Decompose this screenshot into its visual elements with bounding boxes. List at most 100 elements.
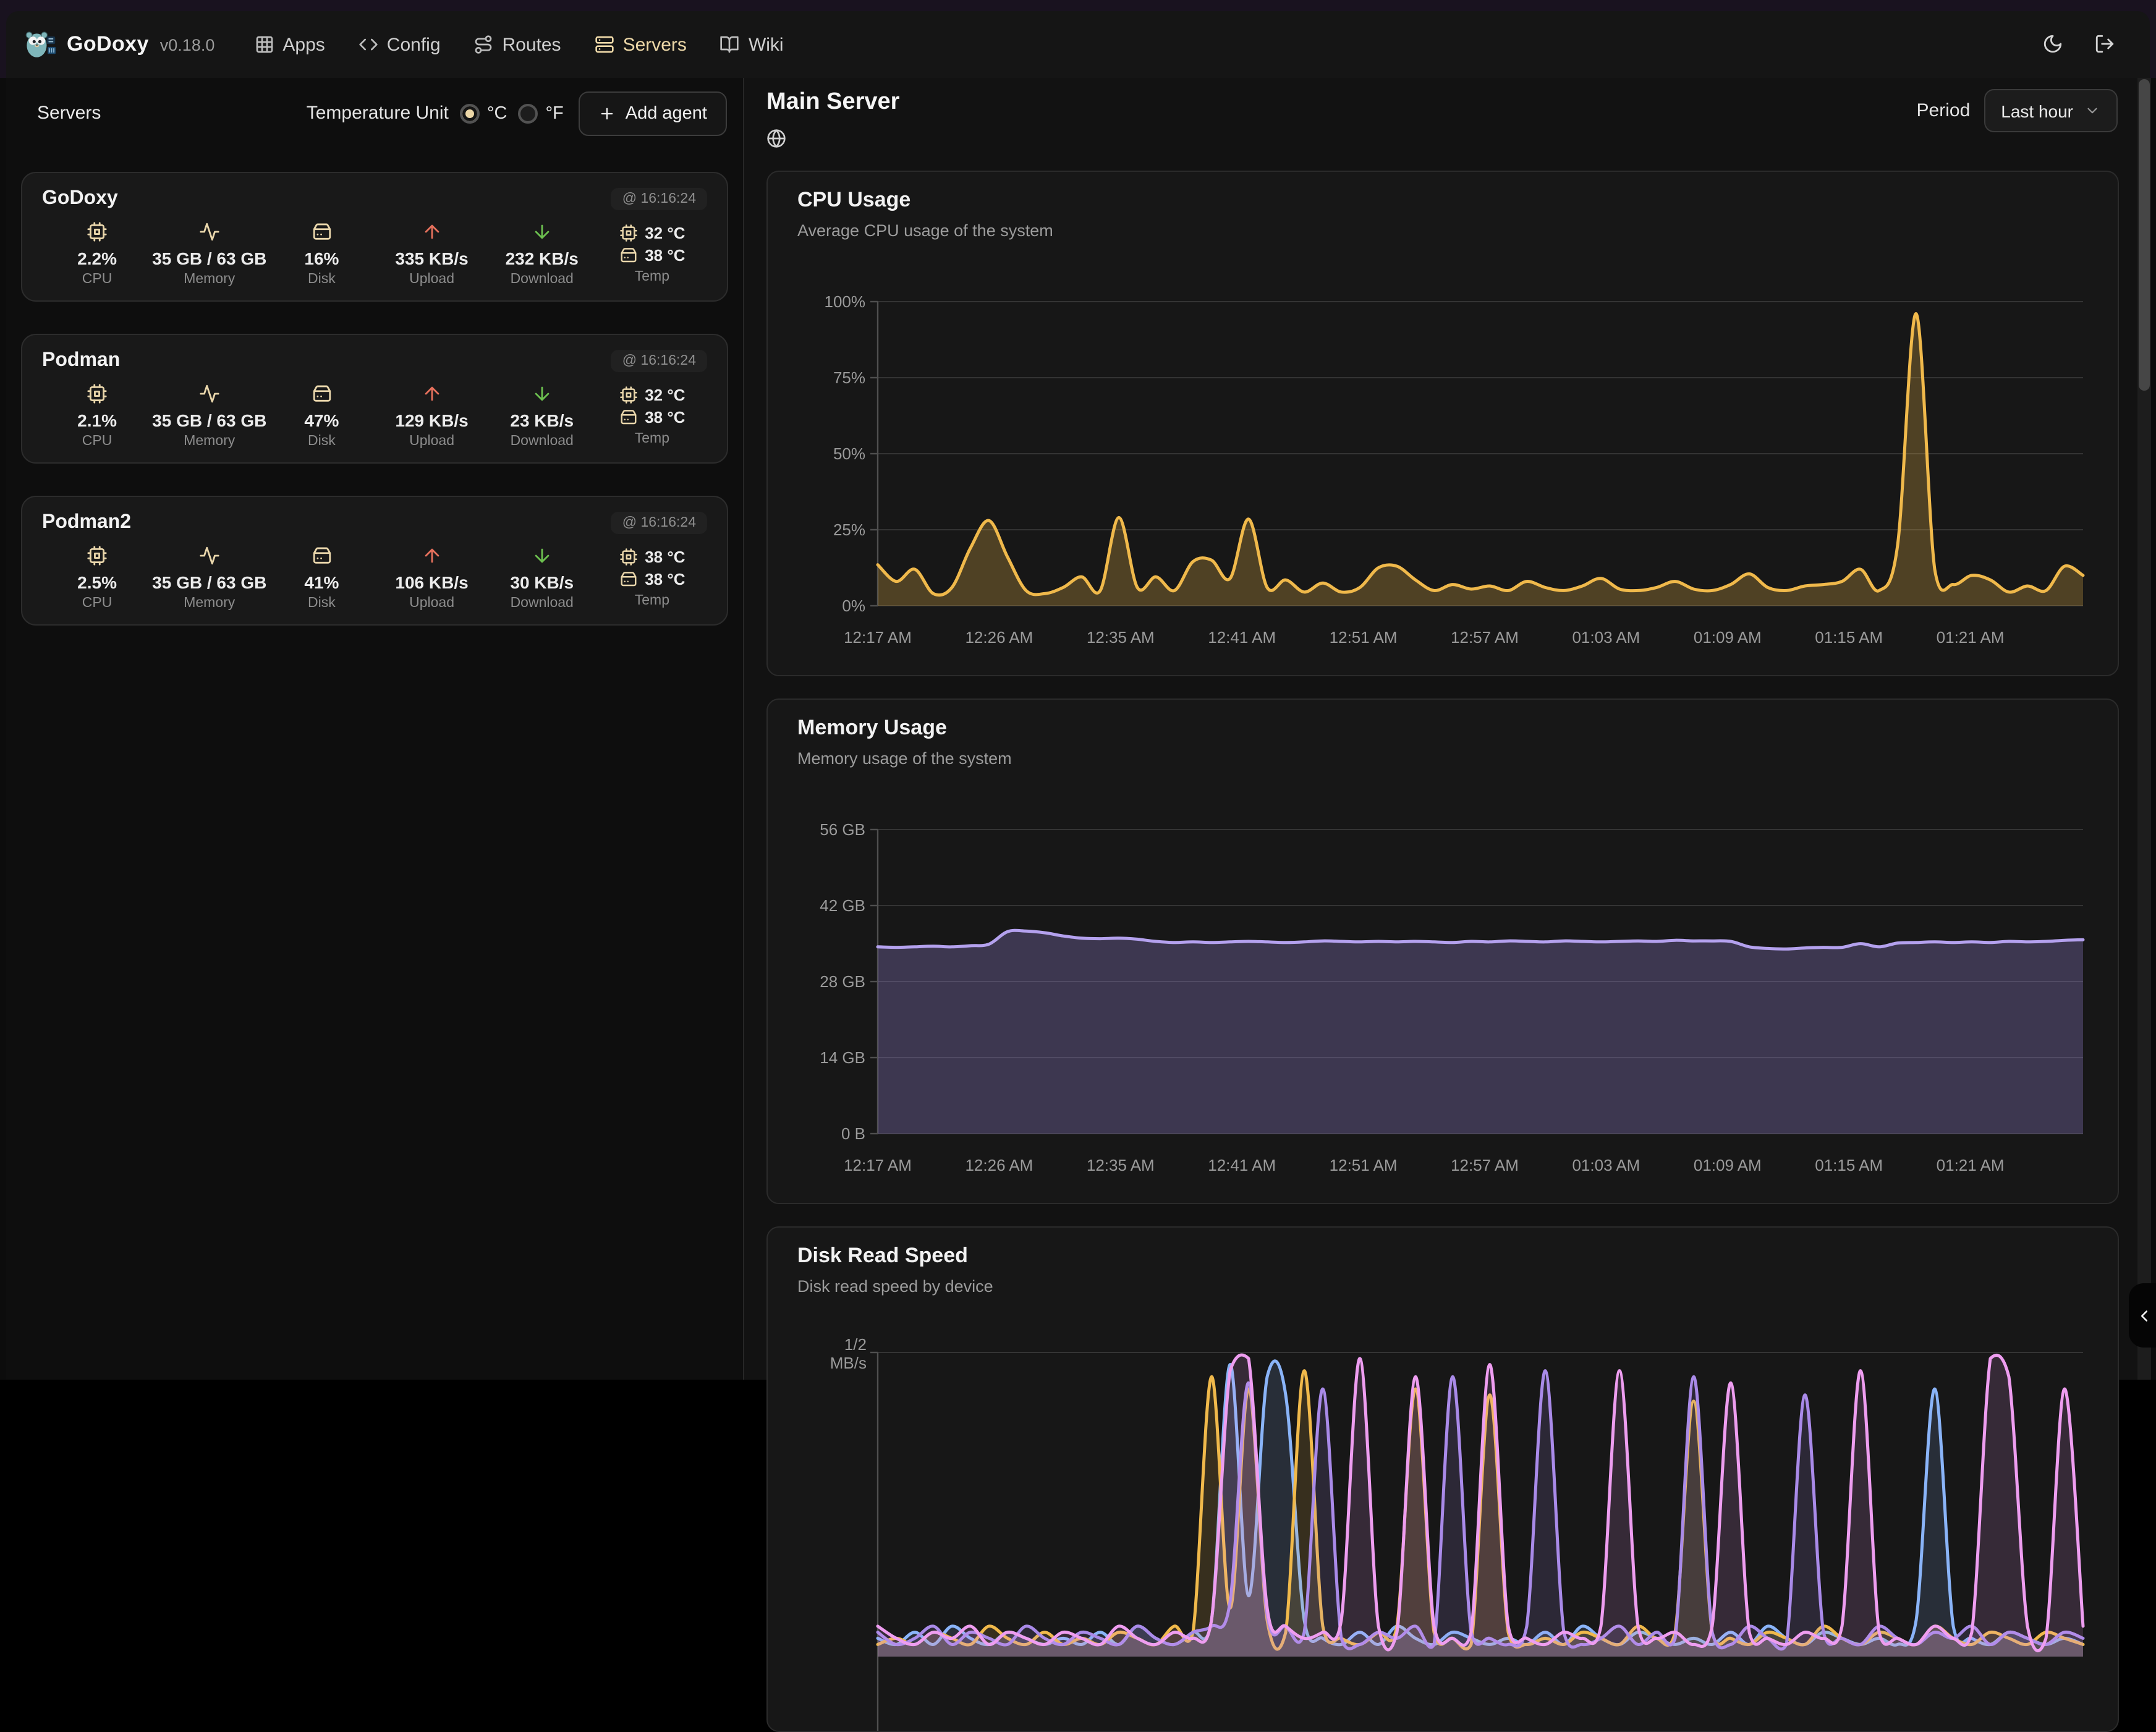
cpu-temp-value: 32 °C xyxy=(645,223,685,242)
server-stat: 35 GB / 63 GB Memory xyxy=(152,383,266,449)
svg-text:01:03 AM: 01:03 AM xyxy=(1572,1156,1640,1174)
memory-usage-card: 56 GB42 GB28 GB14 GB0 B12:17 AM12:26 AM1… xyxy=(766,698,2119,1204)
svg-text:100%: 100% xyxy=(825,292,866,311)
radio-fahrenheit xyxy=(518,103,538,123)
activity-icon xyxy=(199,221,220,242)
stat-value: 16% xyxy=(304,248,339,268)
memory-chart-title: Memory Usage xyxy=(797,716,947,741)
nav-item-routes[interactable]: Routes xyxy=(474,34,561,55)
nav-item-config[interactable]: Config xyxy=(359,34,441,55)
svg-text:14 GB: 14 GB xyxy=(820,1048,865,1067)
server-stat-temp: 38 °C 38 °C Temp xyxy=(597,545,707,611)
stat-value: 23 KB/s xyxy=(510,410,574,430)
moon-icon xyxy=(2042,34,2063,55)
svg-text:25%: 25% xyxy=(833,520,865,539)
chevron-left-icon xyxy=(2135,1306,2154,1325)
cpu-temp-value: 38 °C xyxy=(645,547,685,566)
svg-text:0 B: 0 B xyxy=(841,1124,865,1143)
cpu-icon xyxy=(87,545,108,566)
code-icon xyxy=(359,35,378,54)
stat-label: Temp xyxy=(635,270,669,284)
stat-value: 47% xyxy=(304,410,339,430)
svg-text:0%: 0% xyxy=(842,596,865,615)
svg-text:01:09 AM: 01:09 AM xyxy=(1694,1156,1762,1174)
svg-text:01:21 AM: 01:21 AM xyxy=(1937,1156,2005,1174)
server-stat: 23 KB/s Download xyxy=(487,383,597,449)
period-control: Period Last hour xyxy=(1917,89,2118,132)
svg-text:75%: 75% xyxy=(833,368,865,387)
stat-label: Download xyxy=(511,596,574,611)
period-select[interactable]: Last hour xyxy=(1984,89,2118,132)
server-card-podman[interactable]: Podman @ 16:16:24 2.1% CPU 35 GB / 63 GB… xyxy=(21,334,728,464)
page: GoDoxy v0.18.0 Apps Config Routes Server… xyxy=(0,0,2156,1380)
period-label: Period xyxy=(1917,100,1971,121)
theme-toggle-button[interactable] xyxy=(2042,33,2063,56)
svg-text:56 GB: 56 GB xyxy=(820,820,865,839)
stat-label: Memory xyxy=(184,596,235,611)
server-list: GoDoxy @ 16:16:24 2.2% CPU 35 GB / 63 GB… xyxy=(6,148,743,626)
stat-label: Upload xyxy=(409,596,454,611)
temperature-unit-label: Temperature Unit xyxy=(307,103,449,124)
svg-text:12:17 AM: 12:17 AM xyxy=(844,628,912,647)
server-updated-badge: @ 16:16:24 xyxy=(611,188,707,210)
radio-celsius xyxy=(460,103,480,123)
server-stat: 30 KB/s Download xyxy=(487,545,597,611)
server-stat: 35 GB / 63 GB Memory xyxy=(152,545,266,611)
svg-text:50%: 50% xyxy=(833,444,865,463)
svg-text:1/2: 1/2 xyxy=(844,1335,867,1354)
stat-value: 41% xyxy=(304,572,339,592)
nav-item-servers[interactable]: Servers xyxy=(595,34,687,55)
stat-label: CPU xyxy=(82,272,112,287)
server-updated-badge: @ 16:16:24 xyxy=(611,512,707,534)
stat-value: 335 KB/s xyxy=(395,248,468,268)
stat-label: Upload xyxy=(409,434,454,449)
add-agent-button[interactable]: Add agent xyxy=(579,91,727,135)
server-card-podman2[interactable]: Podman2 @ 16:16:24 2.5% CPU 35 GB / 63 G… xyxy=(21,496,728,626)
server-stat-temp: 32 °C 38 °C Temp xyxy=(597,221,707,287)
server-stat: 16% Disk xyxy=(266,221,376,287)
stat-label: Disk xyxy=(308,272,336,287)
cpu-icon xyxy=(619,547,637,566)
svg-text:28 GB: 28 GB xyxy=(820,972,865,991)
server-stat: 2.5% CPU xyxy=(42,545,152,611)
app-title: GoDoxy xyxy=(67,32,149,57)
svg-text:01:21 AM: 01:21 AM xyxy=(1937,628,2005,647)
svg-text:12:17 AM: 12:17 AM xyxy=(844,1156,912,1174)
temperature-unit-group: Temperature Unit °C °F xyxy=(307,103,564,124)
cpu-temp-value: 32 °C xyxy=(645,385,685,404)
stat-value: 35 GB / 63 GB xyxy=(152,248,266,268)
stat-label: Download xyxy=(511,434,574,449)
svg-text:12:57 AM: 12:57 AM xyxy=(1451,1156,1519,1174)
server-stat: 41% Disk xyxy=(266,545,376,611)
hard-drive-icon xyxy=(311,383,332,404)
svg-text:12:51 AM: 12:51 AM xyxy=(1330,628,1398,647)
logout-icon xyxy=(2094,34,2115,55)
memory-chart-subtitle: Memory usage of the system xyxy=(797,749,1012,768)
stat-value: 129 KB/s xyxy=(395,410,468,430)
nav-item-apps[interactable]: Apps xyxy=(254,34,325,55)
disk-temp-value: 38 °C xyxy=(645,569,685,588)
nav-item-wiki[interactable]: Wiki xyxy=(720,34,784,55)
stat-value: 2.1% xyxy=(77,410,117,430)
stat-label: CPU xyxy=(82,434,112,449)
server-stat: 47% Disk xyxy=(266,383,376,449)
server-card-godoxy[interactable]: GoDoxy @ 16:16:24 2.2% CPU 35 GB / 63 GB… xyxy=(21,172,728,302)
server-stat: 106 KB/s Upload xyxy=(377,545,487,611)
svg-text:42 GB: 42 GB xyxy=(820,896,865,915)
server-name: GoDoxy xyxy=(42,188,118,210)
activity-icon xyxy=(199,545,220,566)
disk-temp-value: 38 °C xyxy=(645,245,685,264)
disk-read-speed-card: 1/2MB/s Disk Read Speed Disk read speed … xyxy=(766,1226,2119,1732)
radio-option-celsius[interactable]: °C xyxy=(460,103,507,123)
vertical-scrollbar-thumb[interactable] xyxy=(2139,79,2150,391)
radio-option-fahrenheit[interactable]: °F xyxy=(518,103,563,123)
drawer-handle[interactable] xyxy=(2129,1283,2156,1348)
servers-icon xyxy=(595,35,614,54)
svg-text:12:57 AM: 12:57 AM xyxy=(1451,628,1519,647)
cpu-icon xyxy=(619,385,637,404)
cpu-chart-subtitle: Average CPU usage of the system xyxy=(797,221,1053,240)
svg-text:12:26 AM: 12:26 AM xyxy=(965,628,1033,647)
hard-drive-icon xyxy=(311,221,332,242)
book-icon xyxy=(720,35,740,54)
logout-button[interactable] xyxy=(2094,33,2115,56)
